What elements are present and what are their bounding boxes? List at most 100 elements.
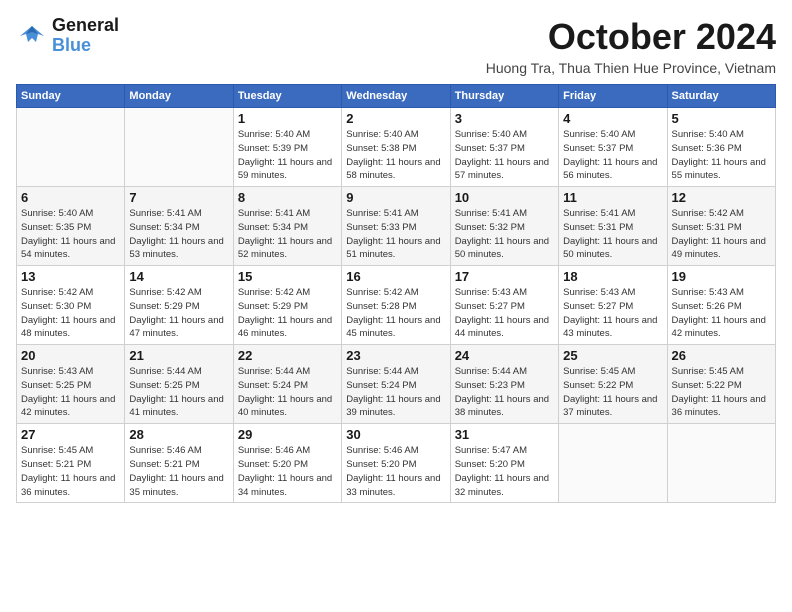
table-row: 21 Sunrise: 5:44 AM Sunset: 5:25 PM Dayli…: [125, 345, 233, 424]
day-number: 8: [238, 190, 337, 205]
col-friday: Friday: [559, 85, 667, 108]
day-number: 12: [672, 190, 771, 205]
table-row: [559, 424, 667, 503]
week-row-5: 27 Sunrise: 5:45 AM Sunset: 5:21 PM Dayli…: [17, 424, 776, 503]
col-sunday: Sunday: [17, 85, 125, 108]
day-info: Sunrise: 5:40 AM Sunset: 5:36 PM Dayligh…: [672, 128, 771, 183]
table-row: 10 Sunrise: 5:41 AM Sunset: 5:32 PM Dayli…: [450, 187, 558, 266]
day-info: Sunrise: 5:40 AM Sunset: 5:37 PM Dayligh…: [455, 128, 554, 183]
table-row: 17Sunrise: 5:43 AM Sunset: 5:27 PM Dayli…: [450, 266, 558, 345]
day-number: 21: [129, 348, 228, 363]
day-number: 10: [455, 190, 554, 205]
table-row: 8 Sunrise: 5:41 AM Sunset: 5:34 PM Daylig…: [233, 187, 341, 266]
day-info: Sunrise: 5:45 AM Sunset: 5:22 PM Dayligh…: [672, 365, 771, 420]
day-number: 26: [672, 348, 771, 363]
day-info: Sunrise: 5:44 AM Sunset: 5:25 PM Dayligh…: [129, 365, 228, 420]
table-row: 4Sunrise: 5:40 AM Sunset: 5:37 PM Daylig…: [559, 108, 667, 187]
table-row: 14Sunrise: 5:42 AM Sunset: 5:29 PM Dayli…: [125, 266, 233, 345]
day-info: Sunrise: 5:44 AM Sunset: 5:23 PM Dayligh…: [455, 365, 554, 420]
day-info: Sunrise: 5:41 AM Sunset: 5:32 PM Dayligh…: [455, 207, 554, 262]
day-number: 30: [346, 427, 445, 442]
day-info: Sunrise: 5:45 AM Sunset: 5:22 PM Dayligh…: [563, 365, 662, 420]
table-row: 24 Sunrise: 5:44 AM Sunset: 5:23 PM Dayli…: [450, 345, 558, 424]
day-info: Sunrise: 5:42 AM Sunset: 5:30 PM Dayligh…: [21, 286, 120, 341]
day-info: Sunrise: 5:43 AM Sunset: 5:25 PM Dayligh…: [21, 365, 120, 420]
table-row: 25 Sunrise: 5:45 AM Sunset: 5:22 PM Dayli…: [559, 345, 667, 424]
day-info: Sunrise: 5:40 AM Sunset: 5:37 PM Dayligh…: [563, 128, 662, 183]
table-row: 22 Sunrise: 5:44 AM Sunset: 5:24 PM Dayli…: [233, 345, 341, 424]
day-info: Sunrise: 5:42 AM Sunset: 5:28 PM Dayligh…: [346, 286, 445, 341]
col-saturday: Saturday: [667, 85, 775, 108]
col-wednesday: Wednesday: [342, 85, 450, 108]
table-row: [17, 108, 125, 187]
logo-icon: [16, 22, 48, 50]
day-info: Sunrise: 5:41 AM Sunset: 5:34 PM Dayligh…: [238, 207, 337, 262]
day-number: 28: [129, 427, 228, 442]
table-row: 15 Sunrise: 5:42 AM Sunset: 5:29 PM Dayli…: [233, 266, 341, 345]
table-row: 20 Sunrise: 5:43 AM Sunset: 5:25 PM Dayli…: [17, 345, 125, 424]
table-row: 23 Sunrise: 5:44 AM Sunset: 5:24 PM Dayli…: [342, 345, 450, 424]
week-row-2: 6Sunrise: 5:40 AM Sunset: 5:35 PM Daylig…: [17, 187, 776, 266]
col-tuesday: Tuesday: [233, 85, 341, 108]
week-row-4: 20 Sunrise: 5:43 AM Sunset: 5:25 PM Dayli…: [17, 345, 776, 424]
day-number: 19: [672, 269, 771, 284]
col-monday: Monday: [125, 85, 233, 108]
week-row-3: 13 Sunrise: 5:42 AM Sunset: 5:30 PM Dayli…: [17, 266, 776, 345]
table-row: 18 Sunrise: 5:43 AM Sunset: 5:27 PM Dayli…: [559, 266, 667, 345]
day-number: 16: [346, 269, 445, 284]
day-info: Sunrise: 5:47 AM Sunset: 5:20 PM Dayligh…: [455, 444, 554, 499]
table-row: 9Sunrise: 5:41 AM Sunset: 5:33 PM Daylig…: [342, 187, 450, 266]
table-row: [667, 424, 775, 503]
week-row-1: 1Sunrise: 5:40 AM Sunset: 5:39 PM Daylig…: [17, 108, 776, 187]
day-number: 6: [21, 190, 120, 205]
day-info: Sunrise: 5:46 AM Sunset: 5:21 PM Dayligh…: [129, 444, 228, 499]
table-row: 13 Sunrise: 5:42 AM Sunset: 5:30 PM Dayli…: [17, 266, 125, 345]
day-number: 23: [346, 348, 445, 363]
calendar-header-row: Sunday Monday Tuesday Wednesday Thursday…: [17, 85, 776, 108]
day-info: Sunrise: 5:41 AM Sunset: 5:34 PM Dayligh…: [129, 207, 228, 262]
logo-text: General Blue: [52, 16, 119, 56]
table-row: 1Sunrise: 5:40 AM Sunset: 5:39 PM Daylig…: [233, 108, 341, 187]
day-number: 13: [21, 269, 120, 284]
table-row: 16 Sunrise: 5:42 AM Sunset: 5:28 PM Dayli…: [342, 266, 450, 345]
day-info: Sunrise: 5:44 AM Sunset: 5:24 PM Dayligh…: [238, 365, 337, 420]
calendar-table: Sunday Monday Tuesday Wednesday Thursday…: [16, 84, 776, 503]
day-number: 2: [346, 111, 445, 126]
day-number: 29: [238, 427, 337, 442]
day-number: 17: [455, 269, 554, 284]
day-number: 27: [21, 427, 120, 442]
table-row: 3 Sunrise: 5:40 AM Sunset: 5:37 PM Daylig…: [450, 108, 558, 187]
day-info: Sunrise: 5:41 AM Sunset: 5:31 PM Dayligh…: [563, 207, 662, 262]
day-number: 25: [563, 348, 662, 363]
day-number: 31: [455, 427, 554, 442]
day-number: 9: [346, 190, 445, 205]
table-row: 19Sunrise: 5:43 AM Sunset: 5:26 PM Dayli…: [667, 266, 775, 345]
table-row: [125, 108, 233, 187]
day-number: 14: [129, 269, 228, 284]
logo: General Blue: [16, 16, 119, 56]
day-number: 1: [238, 111, 337, 126]
table-row: 5 Sunrise: 5:40 AM Sunset: 5:36 PM Daylig…: [667, 108, 775, 187]
day-number: 22: [238, 348, 337, 363]
day-number: 24: [455, 348, 554, 363]
table-row: 30Sunrise: 5:46 AM Sunset: 5:20 PM Dayli…: [342, 424, 450, 503]
day-number: 18: [563, 269, 662, 284]
table-row: 26 Sunrise: 5:45 AM Sunset: 5:22 PM Dayli…: [667, 345, 775, 424]
day-number: 5: [672, 111, 771, 126]
table-row: 11 Sunrise: 5:41 AM Sunset: 5:31 PM Dayli…: [559, 187, 667, 266]
day-info: Sunrise: 5:43 AM Sunset: 5:27 PM Dayligh…: [563, 286, 662, 341]
day-number: 15: [238, 269, 337, 284]
day-info: Sunrise: 5:45 AM Sunset: 5:21 PM Dayligh…: [21, 444, 120, 499]
day-info: Sunrise: 5:44 AM Sunset: 5:24 PM Dayligh…: [346, 365, 445, 420]
day-info: Sunrise: 5:42 AM Sunset: 5:31 PM Dayligh…: [672, 207, 771, 262]
col-thursday: Thursday: [450, 85, 558, 108]
day-number: 20: [21, 348, 120, 363]
month-title: October 2024: [486, 16, 776, 58]
table-row: 28 Sunrise: 5:46 AM Sunset: 5:21 PM Dayli…: [125, 424, 233, 503]
day-number: 3: [455, 111, 554, 126]
table-row: 2Sunrise: 5:40 AM Sunset: 5:38 PM Daylig…: [342, 108, 450, 187]
table-row: 27 Sunrise: 5:45 AM Sunset: 5:21 PM Dayli…: [17, 424, 125, 503]
day-info: Sunrise: 5:42 AM Sunset: 5:29 PM Dayligh…: [238, 286, 337, 341]
day-number: 11: [563, 190, 662, 205]
table-row: 12 Sunrise: 5:42 AM Sunset: 5:31 PM Dayli…: [667, 187, 775, 266]
